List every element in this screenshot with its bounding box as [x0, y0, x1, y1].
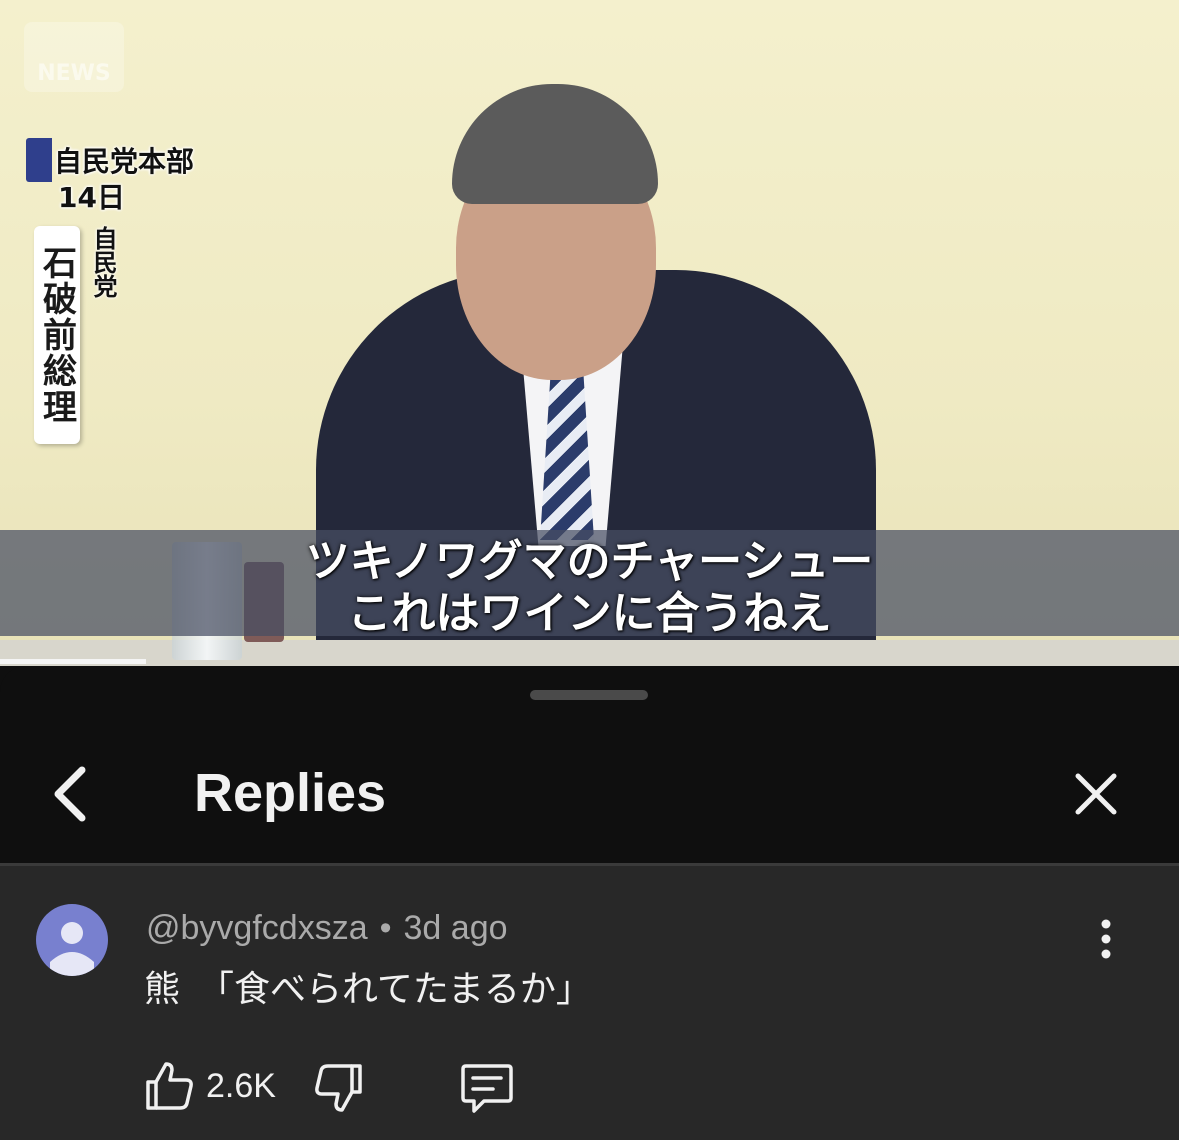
speaker-name-label: 石破前総理	[34, 226, 80, 444]
chevron-left-icon	[54, 766, 86, 822]
sheet-title: Replies	[194, 763, 387, 823]
caption-line-2: これはワインに合うねえ	[347, 588, 832, 639]
avatar[interactable]	[36, 904, 108, 976]
comment-meta: @byvgfcdxsza • 3d ago	[146, 906, 508, 950]
comment-author[interactable]: @byvgfcdxsza	[146, 909, 368, 947]
location-text: 自民党本部	[54, 145, 195, 178]
comment-text: 熊 「食べられてたまるか」	[144, 969, 592, 1010]
thumbs-down-icon	[315, 1064, 362, 1112]
video-progress-bar[interactable]	[0, 659, 147, 664]
video-player[interactable]: NEWS 自民党本部 14日 石破前総理 自民党 ツキノワグマのチャーシュー こ…	[0, 0, 1179, 666]
close-icon	[1075, 773, 1117, 815]
close-button[interactable]	[1060, 758, 1132, 830]
comment-icon	[461, 1064, 513, 1113]
date-text: 14日	[58, 181, 125, 214]
default-user-icon	[50, 922, 94, 976]
dislike-button[interactable]	[310, 1060, 366, 1116]
more-options-button[interactable]	[1086, 914, 1126, 964]
like-button[interactable]	[142, 1058, 198, 1114]
speaker-party-label: 自民党	[89, 226, 117, 298]
channel-logo: NEWS	[24, 22, 124, 92]
caption-line-1: ツキノワグマのチャーシュー	[305, 536, 874, 587]
like-count: 2.6K	[206, 1067, 276, 1105]
comment-time: 3d ago	[403, 909, 508, 947]
back-button[interactable]	[36, 760, 104, 828]
meta-separator: •	[379, 909, 392, 947]
drag-handle[interactable]	[530, 690, 648, 700]
more-vert-icon	[1101, 919, 1111, 959]
thumbs-up-icon	[146, 1062, 193, 1110]
location-tag	[26, 138, 52, 182]
reply-button[interactable]	[458, 1060, 516, 1116]
